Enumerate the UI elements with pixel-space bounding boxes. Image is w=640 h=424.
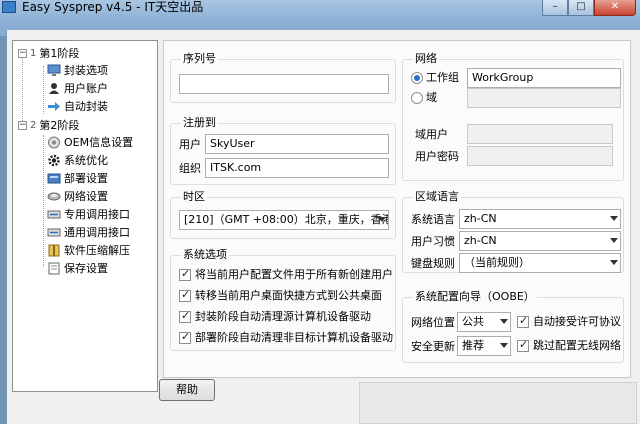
chevron-down-icon (378, 217, 386, 222)
sysopt-label-move-shortcuts: 转移当前用户桌面快捷方式到公共桌面 (195, 289, 382, 302)
sysopts-group: 系统选项 将当前用户配置文件用于所有新创建用户 转移当前用户桌面快捷方式到公共桌… (170, 248, 396, 351)
settings-panel: 序列号 注册到 用户 SkyUser 组织 ITSK.com 时区 [210]（… (163, 40, 631, 378)
eula-checkbox[interactable] (517, 314, 529, 328)
interface-icon (47, 226, 61, 239)
workgroup-input[interactable]: WorkGroup (467, 68, 621, 88)
netloc-select[interactable]: 公共 (457, 312, 511, 332)
status-area (359, 382, 637, 424)
register-group: 注册到 用户 SkyUser 组织 ITSK.com (170, 116, 396, 185)
sysopts-group-title: 系统选项 (181, 248, 229, 262)
sysopt-checkbox-clean-source-drivers[interactable] (179, 309, 191, 323)
syslang-label: 系统语言 (411, 213, 455, 226)
workgroup-radio[interactable] (411, 72, 423, 84)
chevron-down-icon (610, 260, 618, 265)
tree-item-package-options[interactable]: 封装选项 (47, 61, 108, 79)
document-icon (47, 262, 61, 275)
tree-item-auto-package[interactable]: 自动封装 (47, 97, 108, 115)
serial-group: 序列号 (170, 52, 396, 103)
arrow-right-icon (47, 100, 61, 113)
help-button[interactable]: 帮助 (159, 379, 215, 401)
network-group: 网络 工作组 WorkGroup 域 域用户 用户密码 (402, 52, 624, 181)
chevron-down-icon (610, 238, 618, 243)
monitor-icon (47, 64, 61, 77)
maximize-button[interactable]: □ (568, 0, 594, 16)
oem-icon (47, 136, 61, 149)
timezone-select[interactable]: [210]（GMT +08:00）北京，重庆，香港 (179, 210, 389, 230)
chevron-down-icon (500, 319, 508, 324)
keyboard-label: 键盘规则 (411, 257, 455, 270)
sysopt-label-copy-profile: 将当前用户配置文件用于所有新创建用户 (195, 268, 393, 281)
register-group-title: 注册到 (181, 116, 218, 130)
domain-input[interactable] (467, 88, 621, 108)
minimize-button[interactable]: – (542, 0, 568, 16)
netloc-label: 网络位置 (411, 316, 455, 329)
sysopt-checkbox-clean-target-drivers[interactable] (179, 330, 191, 344)
region-group: 区域语言 系统语言 zh-CN 用户习惯 zh-CN 键盘规则 （当前规则） (402, 190, 624, 273)
userpref-label: 用户习惯 (411, 235, 455, 248)
domain-user-input[interactable] (467, 124, 613, 144)
wifi-checkbox[interactable] (517, 338, 529, 352)
app-icon (2, 1, 16, 13)
userpref-select[interactable]: zh-CN (459, 231, 621, 251)
tree-stage2[interactable]: − 2 第2阶段 (18, 116, 79, 134)
domain-label: 域 (426, 91, 437, 104)
tree-item-save[interactable]: 保存设置 (47, 259, 108, 277)
tree-item-network[interactable]: 网络设置 (47, 187, 108, 205)
nav-tree[interactable]: − 1 第1阶段 封装选项 用户账户 自动封装 − 2 第2阶段 OEM信息设置… (12, 40, 158, 392)
update-select[interactable]: 推荐 (457, 336, 511, 356)
archive-icon (47, 244, 61, 257)
tree-item-deploy[interactable]: 部署设置 (47, 169, 108, 187)
register-org-input[interactable]: ITSK.com (205, 158, 389, 178)
network-icon (47, 190, 61, 203)
region-group-title: 区域语言 (413, 190, 461, 204)
sysopt-checkbox-copy-profile[interactable] (179, 267, 191, 281)
collapse-icon[interactable]: − (18, 48, 27, 58)
tree-item-common-interface[interactable]: 通用调用接口 (47, 223, 130, 241)
wifi-label: 跳过配置无线网络 (533, 339, 621, 352)
chevron-down-icon (500, 343, 508, 348)
tree-item-oem[interactable]: OEM信息设置 (47, 133, 133, 151)
interface-icon (47, 208, 61, 221)
workgroup-label: 工作组 (426, 71, 459, 84)
domain-radio[interactable] (411, 92, 423, 104)
keyboard-select[interactable]: （当前规则） (459, 253, 621, 273)
update-label: 安全更新 (411, 340, 455, 353)
user-icon (47, 82, 61, 95)
chevron-down-icon (610, 216, 618, 221)
timezone-group-title: 时区 (181, 190, 207, 204)
sysopt-label-clean-target-drivers: 部署阶段自动清理非目标计算机设备驱动 (195, 331, 393, 344)
password-label: 用户密码 (415, 150, 459, 163)
sysopt-checkbox-move-shortcuts[interactable] (179, 288, 191, 302)
window-title: Easy Sysprep v4.5 - IT天空出品 (22, 0, 204, 14)
serial-group-title: 序列号 (181, 52, 218, 66)
tree-item-optimize[interactable]: 系统优化 (47, 151, 108, 169)
oobe-group-title: 系统配置向导（OOBE） (413, 290, 537, 304)
oobe-group: 系统配置向导（OOBE） 网络位置 公共 安全更新 推荐 自动接受许可协议 跳过… (402, 290, 624, 363)
timezone-group: 时区 [210]（GMT +08:00）北京，重庆，香港 (170, 190, 396, 239)
tree-item-dedicated-interface[interactable]: 专用调用接口 (47, 205, 130, 223)
tree-stage1[interactable]: − 1 第1阶段 (18, 44, 79, 62)
network-group-title: 网络 (413, 52, 439, 66)
register-org-label: 组织 (179, 162, 201, 175)
tree-item-compress[interactable]: 软件压缩解压 (47, 241, 130, 259)
collapse-icon[interactable]: − (18, 120, 27, 130)
password-input[interactable] (467, 146, 613, 166)
sysopt-label-clean-source-drivers: 封装阶段自动清理源计算机设备驱动 (195, 310, 371, 323)
domain-user-label: 域用户 (415, 128, 448, 141)
eula-label: 自动接受许可协议 (533, 315, 621, 328)
tree-item-user-account[interactable]: 用户账户 (47, 79, 108, 97)
gear-icon (47, 154, 61, 167)
window-client: − 1 第1阶段 封装选项 用户账户 自动封装 − 2 第2阶段 OEM信息设置… (6, 30, 640, 424)
register-user-input[interactable]: SkyUser (205, 134, 389, 154)
register-user-label: 用户 (179, 138, 201, 151)
serial-input[interactable] (179, 74, 389, 94)
close-button[interactable]: ✕ (594, 0, 636, 16)
window-controls: – □ ✕ (542, 0, 636, 18)
deploy-icon (47, 172, 61, 185)
syslang-select[interactable]: zh-CN (459, 209, 621, 229)
